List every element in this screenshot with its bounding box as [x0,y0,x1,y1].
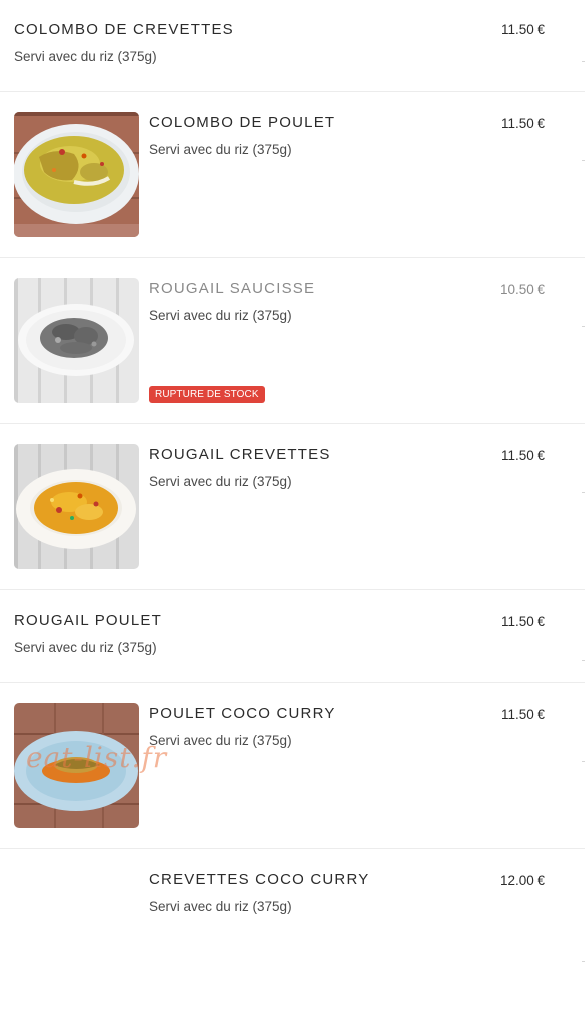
menu-item[interactable]: COLOMBO DE POULET Servi avec du riz (375… [0,92,585,258]
item-description: Servi avec du riz (375g) [149,474,292,489]
item-description: Servi avec du riz (375g) [149,733,292,748]
item-price: 11.50 € [500,116,545,131]
item-name: COLOMBO DE CREVETTES [14,21,234,38]
item-name: COLOMBO DE POULET [149,114,336,131]
dish-image [14,444,139,569]
menu-item[interactable]: CREVETTES COCO CURRY Servi avec du riz (… [0,849,585,1011]
item-price: 12.00 € [499,873,545,888]
item-price: 11.50 € [500,614,545,629]
item-name: ROUGAIL CREVETTES [149,446,331,463]
menu-item[interactable]: COLOMBO DE CREVETTES Servi avec du riz (… [0,0,585,92]
item-name: POULET COCO CURRY [149,705,336,722]
menu-item[interactable]: ROUGAIL SAUCISSE Servi avec du riz (375g… [0,258,585,424]
menu-item[interactable]: ROUGAIL CREVETTES Servi avec du riz (375… [0,424,585,590]
item-price: 11.50 € [500,707,545,722]
menu-item[interactable]: ROUGAIL POULET Servi avec du riz (375g) … [0,590,585,683]
watermark: eat-list.fr [26,741,168,774]
item-name: ROUGAIL POULET [14,612,162,629]
item-name: CREVETTES COCO CURRY [149,871,370,888]
item-description: Servi avec du riz (375g) [149,899,292,914]
dish-image [14,112,139,237]
item-price: 11.50 € [500,22,545,37]
item-price: 10.50 € [499,282,545,297]
menu-item[interactable]: eat-list.fr POULET COCO CURRY Servi avec… [0,683,585,849]
dish-image [14,278,139,403]
item-description: Servi avec du riz (375g) [149,142,292,157]
item-description: Servi avec du riz (375g) [149,308,292,323]
out-of-stock-badge: RUPTURE DE STOCK [149,386,265,403]
item-description: Servi avec du riz (375g) [14,640,157,655]
item-price: 11.50 € [500,448,545,463]
item-description: Servi avec du riz (375g) [14,49,157,64]
item-name: ROUGAIL SAUCISSE [149,280,316,297]
